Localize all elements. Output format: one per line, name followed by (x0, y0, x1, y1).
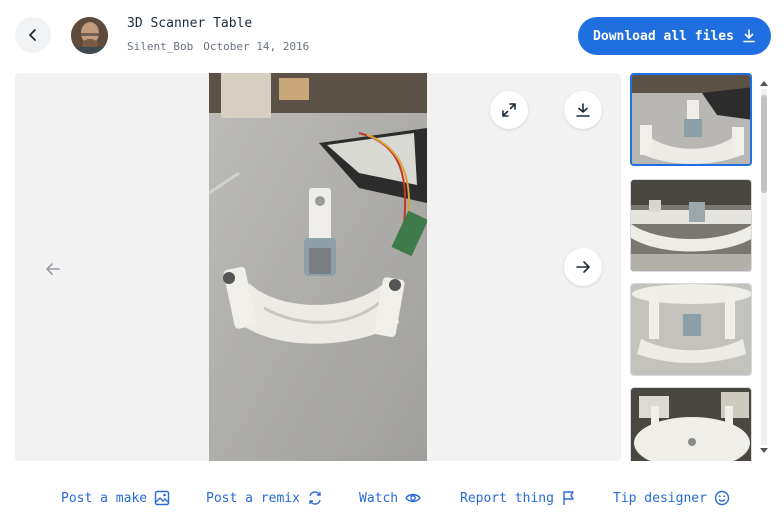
thing-meta: Silent_Bob October 14, 2016 (127, 40, 309, 53)
post-remix-label: Post a remix (206, 490, 300, 506)
fullscreen-button[interactable] (490, 91, 528, 129)
arrow-left-icon (46, 263, 60, 275)
prev-image-button[interactable] (41, 257, 65, 281)
thumbnail[interactable] (630, 179, 752, 272)
chevron-left-icon (29, 29, 36, 41)
eye-icon (405, 493, 421, 503)
thumbnail[interactable] (630, 283, 752, 376)
thumbnail-scrollbar[interactable] (757, 77, 769, 457)
download-image-button[interactable] (564, 91, 602, 129)
post-make-link[interactable]: Post a make (61, 488, 170, 508)
tip-designer-link[interactable]: Tip designer (613, 488, 730, 508)
download-all-label: Download all files (593, 28, 734, 44)
tip-designer-label: Tip designer (613, 490, 707, 506)
flag-icon (563, 491, 574, 505)
main-photo (209, 73, 427, 461)
scroll-down-icon (760, 448, 768, 453)
avatar[interactable] (71, 17, 108, 54)
download-icon (576, 103, 590, 117)
author-link[interactable]: Silent_Bob (127, 40, 193, 53)
next-image-button[interactable] (564, 248, 602, 286)
header: 3D Scanner Table Silent_Bob October 14, 2… (0, 0, 784, 73)
image-icon (154, 490, 170, 506)
report-thing-label: Report thing (460, 490, 554, 506)
thumbnail[interactable] (630, 73, 752, 166)
action-bar: Post a make Post a remix Watch Report th… (0, 478, 784, 518)
thumbnail-strip (630, 73, 754, 461)
watch-label: Watch (359, 490, 399, 506)
download-all-button[interactable]: Download all files (578, 17, 771, 55)
scroll-up-icon (760, 81, 768, 86)
image-viewer (15, 73, 621, 461)
post-make-label: Post a make (61, 490, 148, 506)
post-remix-link[interactable]: Post a remix (206, 488, 323, 508)
download-icon (743, 29, 755, 43)
expand-icon (502, 103, 516, 117)
arrow-right-icon (576, 261, 590, 273)
watch-link[interactable]: Watch (359, 488, 421, 508)
back-button[interactable] (15, 17, 51, 53)
scroll-thumb[interactable] (761, 95, 767, 193)
thumbnail[interactable] (630, 387, 752, 461)
report-thing-link[interactable]: Report thing (460, 488, 577, 508)
page-title: 3D Scanner Table (127, 16, 253, 31)
remix-icon (309, 491, 321, 505)
publish-date: October 14, 2016 (203, 40, 310, 53)
smile-icon (714, 490, 730, 506)
